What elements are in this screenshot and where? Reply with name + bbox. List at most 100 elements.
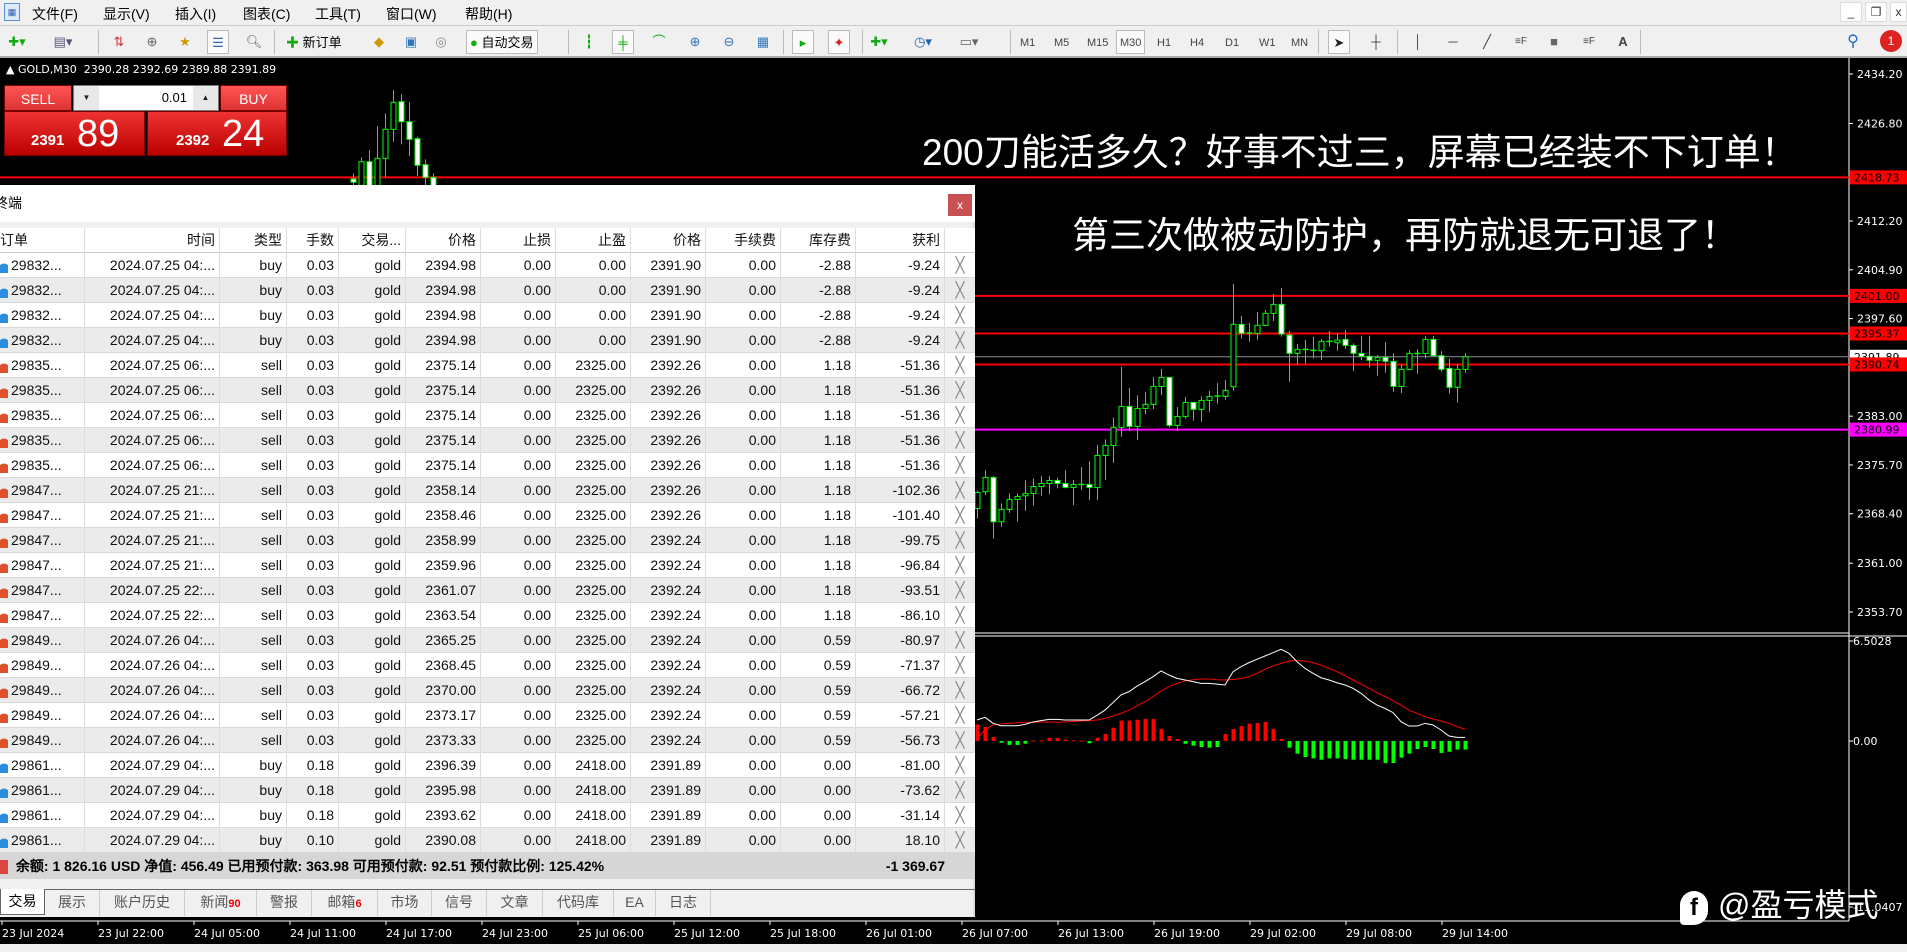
timeframe-m30[interactable]: M30 xyxy=(1116,30,1146,54)
fibo-fan-icon[interactable]: ≡F xyxy=(1578,30,1600,54)
order-row[interactable]: 29849... 2024.07.26 04:... sell 0.03 gold 236… xyxy=(0,628,975,653)
periods-icon[interactable]: ◷▾ xyxy=(912,30,934,54)
order-row[interactable]: 29832... 2024.07.25 04:... buy 0.03 gold 2394… xyxy=(0,253,975,278)
order-row[interactable]: 29861... 2024.07.29 04:... buy 0.10 gold 2390… xyxy=(0,828,975,853)
lot-size-input[interactable]: 0.01 xyxy=(101,86,191,110)
tab-11[interactable]: 日志 xyxy=(656,890,711,916)
timeframe-w1[interactable]: W1 xyxy=(1255,30,1280,54)
bar-chart-icon[interactable]: ┇ xyxy=(578,30,600,54)
indicators-icon[interactable]: ✚▾ xyxy=(868,30,890,54)
new-order-button[interactable]: ✚ 新订单 xyxy=(282,30,346,54)
order-row[interactable]: 29849... 2024.07.26 04:... sell 0.03 gold 237… xyxy=(0,703,975,728)
navigator-icon[interactable]: ⊕ xyxy=(141,30,163,54)
close-order-icon[interactable]: ╳ xyxy=(945,453,975,478)
tab-7[interactable]: 信号 xyxy=(432,890,487,916)
crosshair-icon[interactable]: ┼ xyxy=(1365,30,1387,54)
order-row[interactable]: 29832... 2024.07.25 04:... buy 0.03 gold 2394… xyxy=(0,278,975,303)
tab-2[interactable]: 账户历史 xyxy=(100,890,185,916)
close-order-icon[interactable]: ╳ xyxy=(945,503,975,528)
order-row[interactable]: 29835... 2024.07.25 06:... sell 0.03 gold 237… xyxy=(0,353,975,378)
close-order-icon[interactable]: ╳ xyxy=(945,828,975,853)
order-row[interactable]: 29832... 2024.07.25 04:... buy 0.03 gold 2394… xyxy=(0,303,975,328)
metaeditor-icon[interactable]: ◆ xyxy=(368,30,390,54)
favorites-icon[interactable]: ★ xyxy=(174,30,196,54)
close-order-icon[interactable]: ╳ xyxy=(945,528,975,553)
order-row[interactable]: 29849... 2024.07.26 04:... sell 0.03 gold 236… xyxy=(0,653,975,678)
tile-windows-icon[interactable]: ▦ xyxy=(752,30,774,54)
order-row[interactable]: 29847... 2024.07.25 22:... sell 0.03 gold 236… xyxy=(0,578,975,603)
order-row[interactable]: 29847... 2024.07.25 21:... sell 0.03 gold 235… xyxy=(0,503,975,528)
close-order-icon[interactable]: ╳ xyxy=(945,578,975,603)
close-order-icon[interactable]: ╳ xyxy=(945,278,975,303)
close-order-icon[interactable]: ╳ xyxy=(945,628,975,653)
lot-increase-button[interactable]: ▲ xyxy=(193,86,218,110)
minimize-button[interactable]: _ xyxy=(1840,2,1862,22)
auto-trading-button[interactable]: ● 自动交易 xyxy=(466,30,538,54)
signals-icon[interactable]: ▣ xyxy=(400,30,422,54)
close-order-icon[interactable]: ╳ xyxy=(945,253,975,278)
close-order-icon[interactable]: ╳ xyxy=(945,778,975,803)
terminal-toggle-icon[interactable]: ☰ xyxy=(207,30,229,54)
close-order-icon[interactable]: ╳ xyxy=(945,428,975,453)
order-row[interactable]: 29847... 2024.07.25 22:... sell 0.03 gold 236… xyxy=(0,603,975,628)
tab-3[interactable]: 新闻90 xyxy=(185,890,257,916)
rectangle-icon[interactable]: ■ xyxy=(1543,30,1565,54)
order-row[interactable]: 29847... 2024.07.25 21:... sell 0.03 gold 235… xyxy=(0,478,975,503)
market-watch-icon[interactable]: ⇅ xyxy=(108,30,130,54)
order-row[interactable]: 29861... 2024.07.29 04:... buy 0.18 gold 2396… xyxy=(0,753,975,778)
close-order-icon[interactable]: ╳ xyxy=(945,303,975,328)
order-row[interactable]: 29847... 2024.07.25 21:... sell 0.03 gold 235… xyxy=(0,553,975,578)
sell-price-button[interactable]: 2391 89 xyxy=(4,111,145,156)
close-window-button[interactable]: x xyxy=(1890,2,1907,22)
restore-button[interactable]: ❐ xyxy=(1865,2,1887,22)
profiles-icon[interactable]: ▤▾ xyxy=(52,30,74,54)
zoom-out-icon[interactable]: ⊖ xyxy=(718,30,740,54)
order-row[interactable]: 29835... 2024.07.25 06:... sell 0.03 gold 237… xyxy=(0,453,975,478)
cursor-icon[interactable]: ➤ xyxy=(1328,30,1350,54)
tab-6[interactable]: 市场 xyxy=(378,890,432,916)
vertical-line-icon[interactable]: │ xyxy=(1407,30,1429,54)
timeframe-h1[interactable]: H1 xyxy=(1153,30,1175,54)
autoscroll-icon[interactable]: ✦ xyxy=(828,30,850,54)
close-order-icon[interactable]: ╳ xyxy=(945,353,975,378)
close-order-icon[interactable]: ╳ xyxy=(945,403,975,428)
order-row[interactable]: 29849... 2024.07.26 04:... sell 0.03 gold 237… xyxy=(0,678,975,703)
tab-4[interactable]: 警报 xyxy=(257,890,312,916)
menu-help[interactable]: 帮助(H) xyxy=(465,4,512,24)
column-header-0[interactable]: 订单 xyxy=(0,228,85,253)
menu-window[interactable]: 窗口(W) xyxy=(386,4,437,24)
templates-icon[interactable]: ▭▾ xyxy=(958,30,980,54)
menu-file[interactable]: 文件(F) xyxy=(32,4,78,24)
zoom-in-icon[interactable]: ⊕ xyxy=(684,30,706,54)
trendline-icon[interactable]: ╱ xyxy=(1476,30,1498,54)
close-order-icon[interactable]: ╳ xyxy=(945,328,975,353)
timeframe-m15[interactable]: M15 xyxy=(1083,30,1112,54)
lot-size-stepper[interactable]: ▼ 0.01 ▲ xyxy=(73,85,219,111)
close-order-icon[interactable]: ╳ xyxy=(945,378,975,403)
tab-9[interactable]: 代码库 xyxy=(543,890,614,916)
buy-price-button[interactable]: 2392 24 xyxy=(147,111,287,156)
timeframe-mn[interactable]: MN xyxy=(1287,30,1312,54)
fibonacci-icon[interactable]: ≡F xyxy=(1510,30,1532,54)
candlestick-chart-icon[interactable]: ╪ xyxy=(612,30,634,54)
tab-0[interactable]: 交易 xyxy=(0,889,45,915)
column-header-4[interactable]: 交易... xyxy=(339,228,406,253)
timeframe-m5[interactable]: M5 xyxy=(1050,30,1073,54)
line-chart-icon[interactable]: ⌒ xyxy=(648,30,670,54)
tab-5[interactable]: 邮箱6 xyxy=(312,890,378,916)
menu-view[interactable]: 显示(V) xyxy=(103,4,150,24)
buy-button[interactable]: BUY xyxy=(220,85,287,111)
close-order-icon[interactable]: ╳ xyxy=(945,728,975,753)
close-order-icon[interactable]: ╳ xyxy=(945,653,975,678)
column-header-7[interactable]: 止盈 xyxy=(556,228,631,253)
close-order-icon[interactable]: ╳ xyxy=(945,678,975,703)
tab-1[interactable]: 展示 xyxy=(45,890,100,916)
vps-icon[interactable]: ◎ xyxy=(430,30,452,54)
tab-10[interactable]: EA xyxy=(614,890,656,916)
close-order-icon[interactable]: ╳ xyxy=(945,803,975,828)
menu-tools[interactable]: 工具(T) xyxy=(315,4,361,24)
terminal-close-button[interactable]: x xyxy=(948,194,972,216)
column-header-10[interactable]: 库存费 xyxy=(781,228,856,253)
close-order-icon[interactable]: ╳ xyxy=(945,553,975,578)
menu-insert[interactable]: 插入(I) xyxy=(175,4,216,24)
